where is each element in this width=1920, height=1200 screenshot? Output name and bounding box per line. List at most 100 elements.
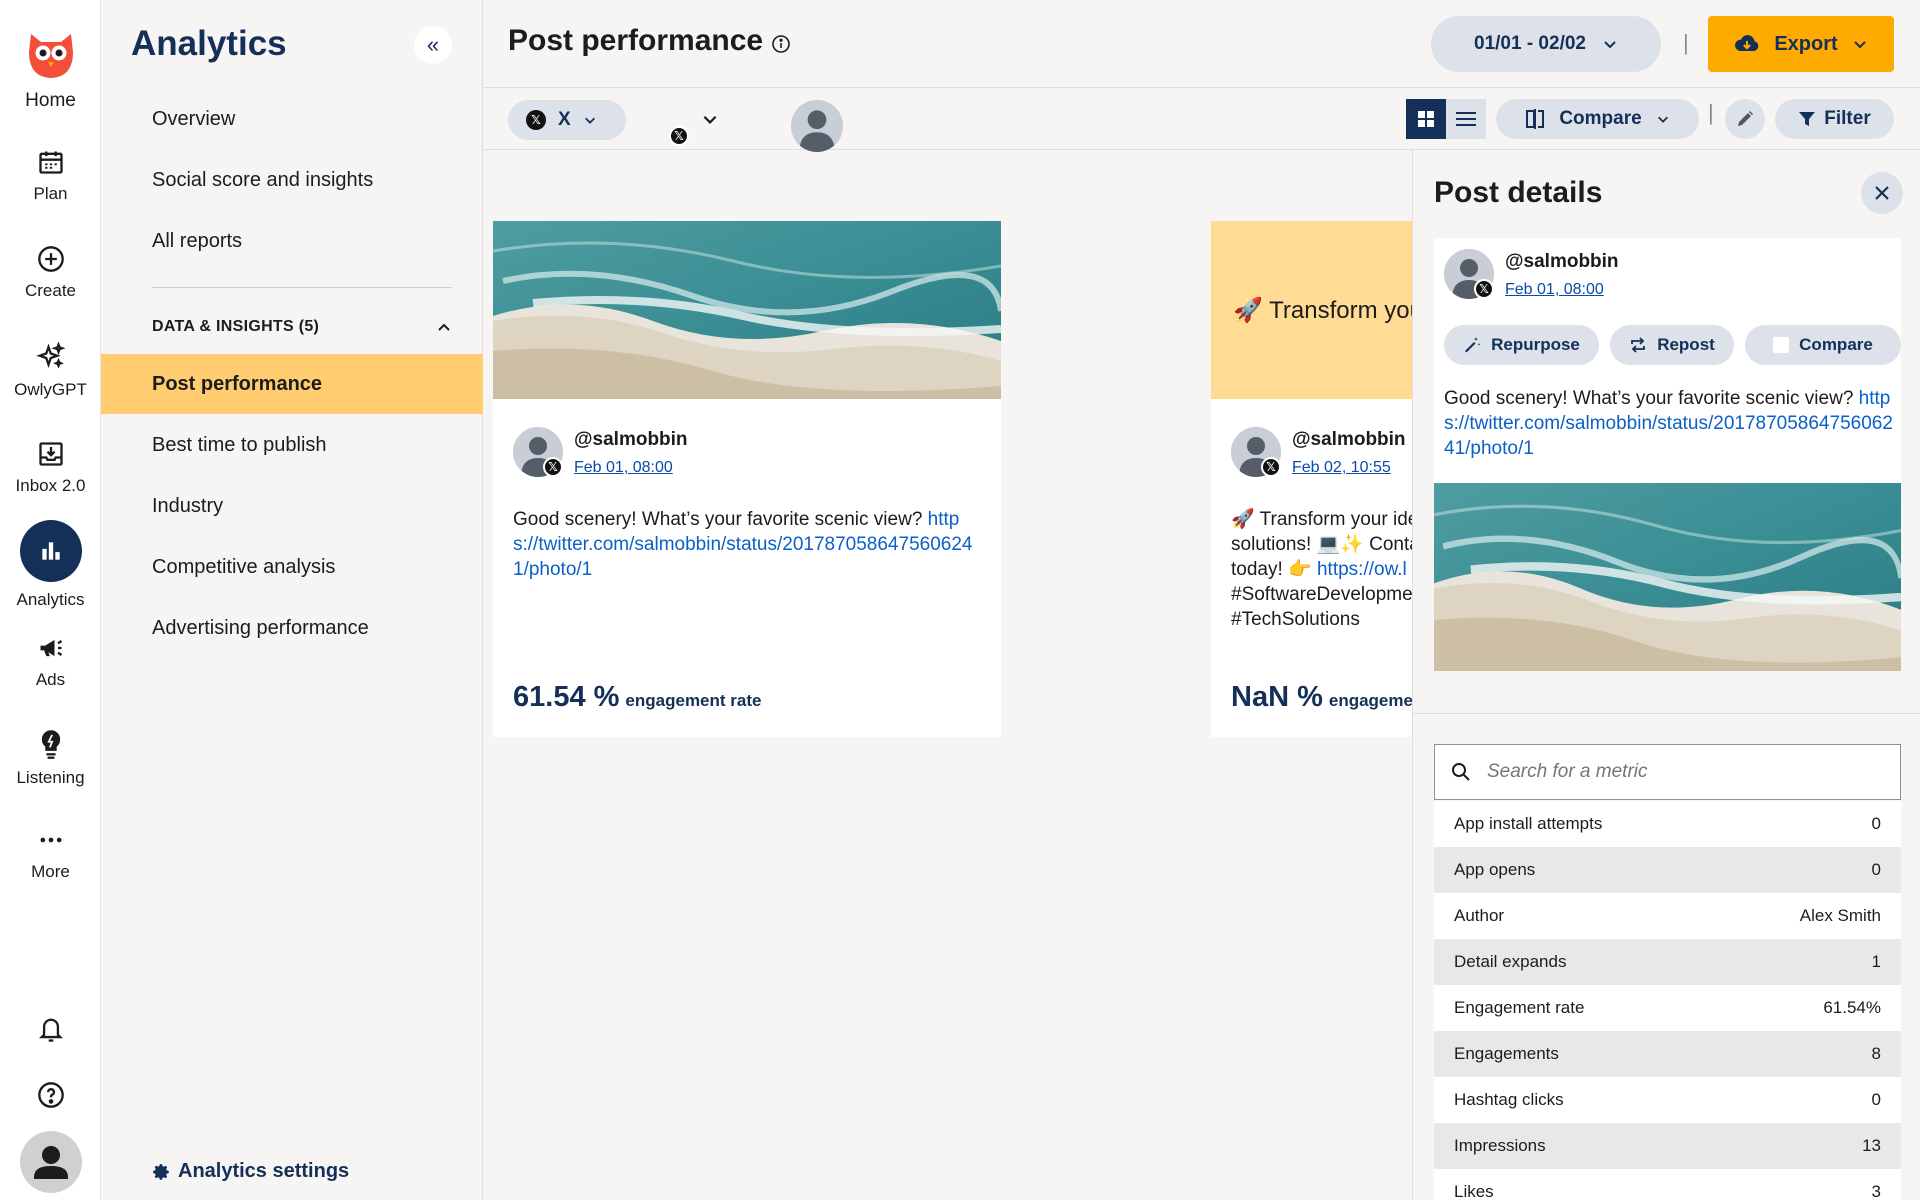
search-input[interactable]	[1487, 761, 1867, 783]
sidebar-item-post-performance[interactable]: Post performance	[101, 354, 483, 414]
metric-row: App install attempts 0	[1434, 801, 1901, 847]
gear-icon	[153, 1163, 169, 1180]
filter-toolbar: 𝕏 X 𝕏 Compare | Filter	[483, 88, 1920, 152]
compare-label: Compare	[1799, 335, 1873, 354]
magic-wand-icon	[1465, 337, 1481, 353]
metric-row: App opens 0	[1434, 847, 1901, 893]
x-badge-icon: 𝕏	[543, 457, 563, 477]
panel-divider	[1413, 713, 1920, 714]
sidebar-item-competitive[interactable]: Competitive analysis	[101, 537, 483, 597]
sidebar-item-industry[interactable]: Industry	[101, 476, 483, 536]
date-range-button[interactable]: 01/01 - 02/02	[1431, 16, 1661, 72]
post-date-link[interactable]: Feb 01, 08:00	[574, 459, 688, 477]
metric-label: Author	[1454, 906, 1505, 925]
megaphone-icon	[40, 639, 62, 657]
post-line: solutions! 💻✨ Conta	[1231, 534, 1412, 555]
rail-item-listening[interactable]: Listening	[0, 728, 101, 788]
chevron-down-icon	[1657, 116, 1668, 123]
avatar	[791, 100, 843, 152]
post-card[interactable]: 🚀 Transform you 𝕏 @salmobbin Feb 02, 10:…	[1211, 221, 1412, 737]
help-button[interactable]	[0, 1081, 101, 1109]
post-line: #SoftwareDevelopme	[1231, 584, 1412, 605]
sidebar-title: Analytics	[131, 24, 287, 63]
post-line-text: today! 👉	[1231, 559, 1317, 580]
metric-value: 1	[1871, 952, 1881, 971]
post-text: Good scenery! What’s your favorite sceni…	[1444, 386, 1894, 461]
sidebar-item-social-score[interactable]: Social score and insights	[101, 150, 483, 210]
list-view-button[interactable]	[1446, 99, 1486, 139]
close-panel-button[interactable]	[1861, 172, 1903, 214]
bar-chart-icon	[19, 520, 82, 582]
main-rail: Home Plan Create OwlyGPT Inbox 2.0 Analy…	[0, 0, 101, 1200]
rail-label: Create	[24, 281, 77, 300]
metric-value: 0	[1871, 1090, 1881, 1109]
network-label: X	[558, 109, 571, 130]
repost-button[interactable]: Repost	[1610, 325, 1734, 365]
post-author: 𝕏 @salmobbin Feb 01, 08:00	[1444, 249, 1619, 299]
analytics-settings-link[interactable]: Analytics settings	[152, 1160, 349, 1183]
network-selector[interactable]: 𝕏 X	[508, 100, 626, 140]
double-chevron-left-icon: «	[426, 32, 440, 57]
collapse-sidebar-button[interactable]: «	[414, 26, 452, 64]
sidebar-item-best-time[interactable]: Best time to publish	[101, 415, 483, 475]
date-range-label: 01/01 - 02/02	[1474, 33, 1586, 54]
sidebar-item-all-reports[interactable]: All reports	[101, 211, 483, 271]
compare-toggle[interactable]: Compare	[1745, 325, 1901, 365]
metric-row: Hashtag clicks 0	[1434, 1077, 1901, 1123]
rail-item-inbox[interactable]: Inbox 2.0	[0, 440, 101, 496]
repurpose-button[interactable]: Repurpose	[1444, 325, 1599, 365]
post-link[interactable]: https://ow.l	[1317, 559, 1407, 580]
rail-label: OwlyGPT	[14, 380, 87, 399]
sidebar-item-overview[interactable]: Overview	[101, 89, 483, 149]
compare-button[interactable]: Compare	[1496, 99, 1699, 139]
export-button[interactable]: Export	[1708, 16, 1894, 72]
post-image: 🚀 Transform you	[1211, 221, 1412, 399]
post-handle: @salmobbin	[574, 429, 688, 450]
rail-label: Ads	[35, 670, 66, 689]
post-date-link[interactable]: Feb 01, 08:00	[1505, 281, 1619, 299]
promo-text: 🚀 Transform you	[1233, 296, 1412, 324]
bell-icon	[38, 1018, 63, 1042]
post-image	[1434, 483, 1901, 671]
grid-view-button[interactable]	[1406, 99, 1446, 139]
metric-value: 61.54 %	[513, 681, 620, 713]
section-data-insights[interactable]: DATA & INSIGHTS (5)	[152, 318, 452, 336]
sidebar-item-advertising[interactable]: Advertising performance	[101, 598, 483, 658]
post-preview: 𝕏 @salmobbin Feb 01, 08:00 Repurpose Rep…	[1434, 238, 1901, 671]
rail-item-owlygpt[interactable]: OwlyGPT	[0, 342, 101, 400]
post-actions: Repurpose Repost Compare	[1444, 325, 1901, 365]
metric-search[interactable]	[1434, 744, 1901, 800]
profile-selector[interactable]: 𝕏	[637, 94, 843, 152]
cloud-download-icon	[1735, 35, 1759, 51]
post-card[interactable]: 𝕏 @salmobbin Feb 01, 08:00 Good scenery!…	[493, 221, 1001, 737]
rail-item-ads[interactable]: Ads	[0, 634, 101, 690]
pencil-icon	[1738, 111, 1753, 126]
checkbox[interactable]	[1773, 337, 1790, 353]
separator: |	[1708, 100, 1714, 125]
rail-item-create[interactable]: Create	[0, 245, 101, 301]
panel-title: Post details	[1434, 176, 1603, 209]
filter-button[interactable]: Filter	[1775, 99, 1894, 139]
metric-value: 8	[1871, 1044, 1881, 1063]
metric-label: Hashtag clicks	[1454, 1090, 1564, 1109]
rail-item-analytics[interactable]: Analytics	[0, 520, 101, 610]
user-avatar-icon	[19, 1131, 82, 1193]
metric-label: Detail expands	[1454, 952, 1567, 971]
rail-label: Plan	[33, 184, 68, 203]
metric-label: Likes	[1454, 1182, 1494, 1200]
rail-label: More	[31, 862, 70, 881]
rail-item-home[interactable]: Home	[0, 22, 101, 112]
post-date-link[interactable]: Feb 02, 10:55	[1292, 459, 1406, 477]
rail-item-more[interactable]: More	[0, 826, 101, 882]
user-avatar[interactable]	[0, 1131, 101, 1193]
edit-button[interactable]	[1725, 99, 1765, 139]
engagement-metric: NaN % engagemer	[1231, 681, 1412, 714]
inbox-icon	[38, 442, 63, 466]
more-dots-icon	[40, 837, 61, 843]
close-icon	[1875, 186, 1889, 200]
metric-value: 3	[1871, 1182, 1881, 1200]
chevron-down-icon[interactable]	[701, 110, 719, 128]
notifications-button[interactable]	[0, 1014, 101, 1044]
rail-item-plan[interactable]: Plan	[0, 148, 101, 204]
info-icon[interactable]	[771, 34, 791, 54]
